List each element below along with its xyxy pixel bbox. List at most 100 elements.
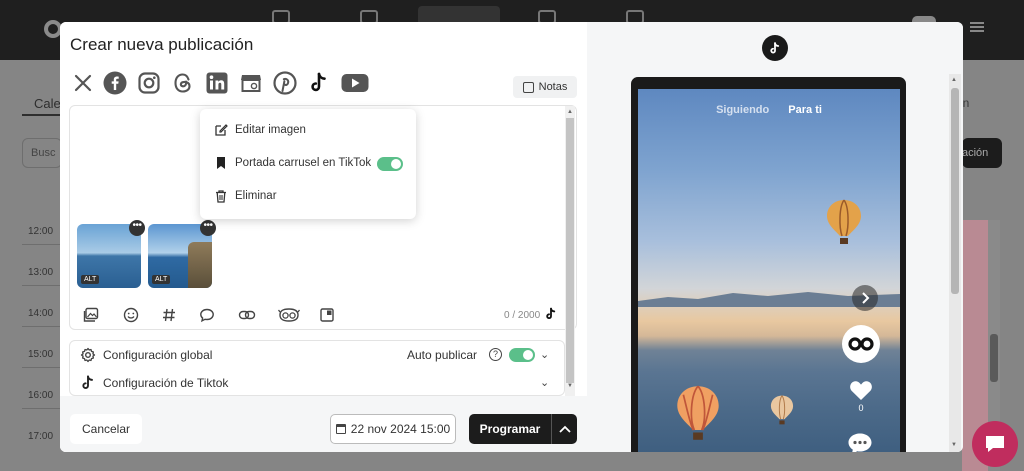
feed-tabs: Siguiendo Para ti [638, 104, 900, 116]
editor-scroll-thumb[interactable] [566, 118, 574, 383]
scroll-up-icon[interactable]: ▲ [951, 77, 957, 83]
auto-publish-label: Auto publicar [407, 348, 478, 362]
linkedin-icon[interactable] [204, 70, 230, 96]
time-divider [22, 244, 62, 245]
tiktok-icon[interactable] [306, 70, 332, 96]
modal-title: Crear nueva publicación [70, 35, 254, 54]
profile-avatar-icon[interactable] [842, 325, 880, 363]
notes-label: Notas [538, 81, 568, 93]
menu-item-delete[interactable]: Eliminar [200, 182, 416, 210]
time-label: 14:00 [28, 308, 54, 319]
date-picker-button[interactable]: 22 nov 2024 15:00 [330, 414, 456, 444]
config-section: Configuración global Auto publicar ? ⌄ C… [69, 340, 565, 396]
time-divider [22, 326, 62, 327]
pinterest-icon[interactable] [272, 70, 298, 96]
gear-icon [80, 347, 96, 363]
youtube-icon[interactable] [340, 70, 370, 96]
background-search: Busc [22, 138, 62, 168]
balloon-shape [677, 385, 719, 440]
threads-icon[interactable] [170, 70, 196, 96]
tiktok-logo-icon [762, 35, 788, 61]
thumbnail-more-button[interactable]: ••• [200, 220, 216, 236]
time-divider [22, 367, 62, 368]
schedule-button[interactable]: Programar [469, 414, 551, 444]
time-label: 15:00 [28, 349, 54, 360]
like-count: 0 [858, 403, 864, 413]
tab-following: Siguiendo [716, 104, 770, 116]
schedule-options-button[interactable] [551, 414, 577, 444]
emoji-icon[interactable] [122, 306, 140, 324]
time-divider [22, 285, 62, 286]
time-label: 16:00 [28, 390, 54, 401]
auto-publish-toggle[interactable] [509, 348, 535, 362]
edit-icon [215, 124, 228, 136]
menu-item-tiktok-cover[interactable]: Portada carrusel en TikTok [200, 149, 416, 177]
tiktok-icon [82, 375, 93, 389]
calendar-icon [335, 424, 346, 434]
background-tab: Cale [34, 96, 61, 111]
note-icon [522, 81, 534, 93]
background-right-button: ación [962, 138, 1002, 168]
x-icon[interactable] [70, 70, 96, 96]
cancel-button[interactable]: Cancelar [70, 414, 142, 444]
balloon-shape [827, 199, 861, 244]
heart-icon [850, 381, 872, 400]
tiktok-small-icon [546, 307, 556, 320]
google-business-icon[interactable] [238, 70, 264, 96]
balloon-shape [770, 395, 794, 425]
global-config-label: Configuración global [103, 348, 213, 362]
menu-icon [970, 22, 984, 32]
phone-screen: Siguiendo Para ti 0 0 [638, 89, 900, 452]
character-counter: 0 / 2000 [504, 310, 541, 321]
media-context-menu: Editar imagen Portada carrusel en TikTok… [200, 109, 416, 219]
scroll-down-icon[interactable]: ▼ [567, 383, 573, 389]
background-scroll-thumb [990, 334, 998, 382]
crop-icon[interactable] [318, 306, 336, 324]
time-label: 13:00 [28, 267, 54, 278]
comment-bubble-icon [848, 433, 872, 452]
ai-icon[interactable] [278, 306, 300, 324]
link-icon[interactable] [238, 306, 256, 324]
date-label: 22 nov 2024 15:00 [350, 422, 451, 436]
bookmark-icon [217, 157, 225, 169]
tiktok-config-label: Configuración de Tiktok [103, 376, 229, 390]
preview-scroll-thumb[interactable] [951, 88, 959, 294]
create-post-modal: Crear nueva publicación Notas ALT ••• AL… [60, 22, 963, 452]
chevron-down-icon[interactable]: ⌄ [540, 348, 549, 361]
tiktok-cover-toggle[interactable] [377, 157, 403, 171]
tab-for-you: Para ti [788, 104, 822, 116]
rock-shape [188, 242, 212, 288]
notes-button[interactable]: Notas [513, 76, 577, 98]
menu-item-label: Portada carrusel en TikTok [235, 157, 372, 169]
time-divider [22, 408, 62, 409]
help-icon[interactable]: ? [489, 348, 502, 361]
tiktok-config-row[interactable]: Configuración de Tiktok ⌄ [70, 369, 564, 395]
like-button[interactable]: 0 [848, 379, 874, 413]
comment-button[interactable]: 0 [846, 432, 874, 452]
trash-icon [216, 190, 226, 203]
menu-item-label: Eliminar [235, 190, 277, 202]
modal-footer: Cancelar 22 nov 2024 15:00 Programar [60, 396, 587, 452]
scroll-down-icon[interactable]: ▼ [951, 442, 957, 448]
menu-item-edit-image[interactable]: Editar imagen [200, 116, 416, 144]
chat-support-button[interactable] [972, 421, 1018, 467]
global-config-row[interactable]: Configuración global Auto publicar ? ⌄ [70, 341, 564, 369]
chat-icon [986, 436, 1004, 452]
chevron-down-icon[interactable]: ⌄ [540, 376, 549, 389]
next-button[interactable] [852, 285, 878, 311]
alt-badge[interactable]: ALT [81, 275, 100, 284]
composer-panel: Crear nueva publicación Notas ALT ••• AL… [60, 22, 587, 452]
preview-panel: Siguiendo Para ti 0 0 ▲ [587, 22, 963, 452]
chevron-up-icon [558, 425, 571, 433]
background-tab-underline [22, 114, 62, 116]
time-label: 12:00 [28, 226, 54, 237]
facebook-icon[interactable] [102, 70, 128, 96]
thumbnail-more-button[interactable]: ••• [129, 220, 145, 236]
alt-badge[interactable]: ALT [152, 275, 171, 284]
comment-icon[interactable] [198, 306, 216, 324]
media-icon[interactable] [82, 306, 100, 324]
scroll-up-icon[interactable]: ▲ [567, 109, 573, 115]
hashtag-icon[interactable] [160, 306, 178, 324]
time-label: 17:00 [28, 431, 54, 442]
instagram-icon[interactable] [136, 70, 162, 96]
